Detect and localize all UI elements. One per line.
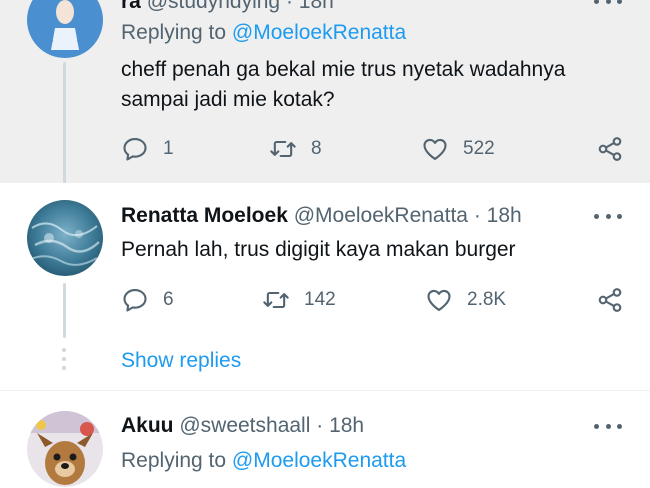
replying-to: Replying to @MoeloekRenatta <box>121 20 406 46</box>
replying-to: Replying to @MoeloekRenatta <box>121 448 406 474</box>
separator: · <box>473 204 481 227</box>
heart-icon <box>427 289 451 311</box>
mention-link[interactable]: @MoeloekRenatta <box>232 449 406 472</box>
mention-link[interactable]: @MoeloekRenatta <box>232 21 406 44</box>
more-icon[interactable] <box>594 421 622 431</box>
reply-button[interactable]: 6 <box>121 285 174 315</box>
reply-icon <box>123 289 147 312</box>
display-name[interactable]: ra <box>121 0 141 13</box>
share-icon <box>598 137 622 161</box>
display-name[interactable]: Akuu <box>121 414 174 437</box>
show-replies-row[interactable]: Show replies <box>0 338 650 390</box>
tweet-text: Pernah lah, trus digigit kaya makan burg… <box>121 238 516 261</box>
like-button[interactable]: 2.8K <box>425 285 506 315</box>
share-icon <box>598 288 622 312</box>
retweet-button[interactable]: 142 <box>262 285 336 315</box>
more-icon[interactable] <box>594 211 622 221</box>
retweet-icon <box>263 291 289 309</box>
user-handle[interactable]: @MoeloekRenatta <box>294 204 468 227</box>
tweet-header: Akuu @sweetshaall · 18h <box>121 413 364 439</box>
retweet-count: 8 <box>311 138 322 159</box>
thread-line <box>63 283 66 338</box>
tweet-actions: 6 142 2.8K <box>121 285 626 315</box>
user-handle[interactable]: @studyndying <box>147 0 280 13</box>
tweet-header: ra @studyndying · 18h <box>121 0 334 15</box>
tweet-akuu[interactable]: Akuu @sweetshaall · 18h Replying to @Moe… <box>0 391 650 488</box>
avatar-renatta[interactable] <box>27 200 103 276</box>
reply-count: 1 <box>163 138 174 159</box>
retweet-count: 142 <box>304 289 336 310</box>
reply-icon <box>123 138 147 161</box>
tweet-ra[interactable]: ra @studyndying · 18h Replying to @Moelo… <box>0 0 650 183</box>
replying-prefix: Replying to <box>121 449 232 472</box>
timestamp[interactable]: 18h <box>487 204 522 227</box>
retweet-button[interactable]: 8 <box>269 134 322 164</box>
tweet-text: cheff penah ga bekal mie trus nyetak wad… <box>121 58 566 111</box>
heart-icon <box>423 138 447 160</box>
avatar-akuu[interactable] <box>27 411 103 487</box>
timestamp[interactable]: 18h <box>299 0 334 13</box>
separator: · <box>316 414 324 437</box>
replying-prefix: Replying to <box>121 21 232 44</box>
avatar-ra[interactable] <box>27 0 103 58</box>
user-handle[interactable]: @sweetshaall <box>179 414 310 437</box>
display-name[interactable]: Renatta Moeloek <box>121 204 288 227</box>
more-icon[interactable] <box>594 0 622 6</box>
avatar-akuu-image <box>27 411 103 487</box>
tweet-header: Renatta Moeloek @MoeloekRenatta · 18h <box>121 203 522 229</box>
like-count: 522 <box>463 138 495 159</box>
avatar-renatta-image <box>27 200 103 276</box>
like-count: 2.8K <box>467 289 507 310</box>
show-replies-link[interactable]: Show replies <box>121 349 241 373</box>
reply-button[interactable]: 1 <box>121 134 174 164</box>
reply-count: 6 <box>163 289 174 310</box>
share-button[interactable] <box>596 134 624 164</box>
thread-ellipsis <box>62 348 66 370</box>
tweet-actions: 1 8 522 <box>121 134 626 164</box>
retweet-icon <box>270 140 296 158</box>
separator: · <box>285 0 293 13</box>
tweet-renatta[interactable]: Renatta Moeloek @MoeloekRenatta · 18h Pe… <box>0 183 650 338</box>
like-button[interactable]: 522 <box>421 134 495 164</box>
share-button[interactable] <box>596 285 624 315</box>
thread-line <box>63 62 66 183</box>
timestamp[interactable]: 18h <box>329 414 364 437</box>
avatar-ra-image <box>27 0 103 58</box>
